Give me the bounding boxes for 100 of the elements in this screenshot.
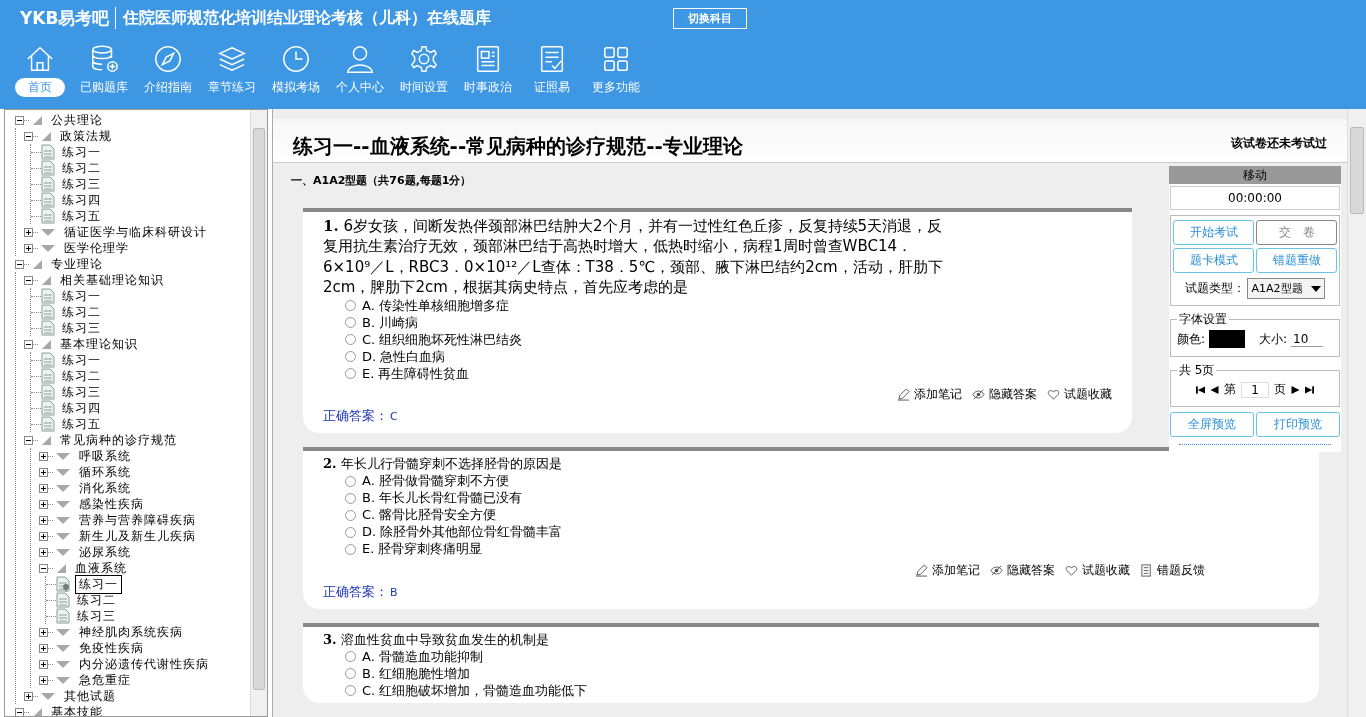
- action-link[interactable]: 添加笔记: [915, 561, 980, 579]
- panel-button[interactable]: 打印预览: [1256, 412, 1340, 437]
- action-link[interactable]: 试题收藏: [1047, 386, 1112, 403]
- collapse-toggle[interactable]: [24, 339, 33, 349]
- scrollbar[interactable]: [1347, 109, 1366, 717]
- action-link[interactable]: 添加笔记: [897, 386, 962, 403]
- radio-button[interactable]: [345, 475, 356, 487]
- tree-item[interactable]: 练习三: [60, 383, 103, 401]
- radio-button[interactable]: [345, 685, 356, 697]
- panel-button[interactable]: 错题重做: [1256, 248, 1337, 273]
- tree-item[interactable]: 练习一: [60, 287, 103, 305]
- tree-item[interactable]: 练习一: [60, 351, 103, 369]
- expand-toggle[interactable]: [39, 451, 48, 461]
- radio-button[interactable]: [345, 300, 356, 311]
- tree-item[interactable]: 练习一: [75, 574, 122, 594]
- tree-item[interactable]: 练习二: [60, 159, 103, 177]
- last-page-icon[interactable]: [1305, 385, 1314, 394]
- caret-icon: [55, 498, 71, 510]
- panel-button[interactable]: 题卡模式: [1173, 248, 1254, 273]
- tree-folder[interactable]: 新生儿及新生儿疾病: [77, 527, 198, 545]
- action-link[interactable]: 隐藏答案: [972, 386, 1037, 403]
- next-page-icon[interactable]: [1291, 385, 1300, 394]
- tree-folder[interactable]: 常见病种的诊疗规范: [58, 431, 179, 449]
- tree-folder[interactable]: 内分泌遗传代谢性疾病: [77, 655, 211, 673]
- tree-folder[interactable]: 感染性疾病: [77, 495, 146, 513]
- tree-item[interactable]: 练习三: [60, 319, 103, 337]
- radio-button[interactable]: [345, 492, 356, 504]
- expand-toggle[interactable]: [39, 675, 48, 685]
- expand-toggle[interactable]: [39, 547, 48, 557]
- radio-button[interactable]: [345, 351, 356, 362]
- collapse-toggle[interactable]: [15, 115, 24, 125]
- expand-toggle[interactable]: [39, 531, 48, 541]
- scrollbar[interactable]: [250, 110, 267, 716]
- radio-button[interactable]: [345, 317, 356, 328]
- radio-button[interactable]: [345, 668, 356, 680]
- tree-item[interactable]: 练习四: [60, 191, 103, 209]
- expand-toggle[interactable]: [39, 483, 48, 493]
- tree-folder[interactable]: 泌尿系统: [77, 543, 133, 561]
- expand-toggle[interactable]: [39, 499, 48, 509]
- tree-folder[interactable]: 相关基础理论知识: [58, 271, 166, 289]
- panel-button[interactable]: 开始考试: [1173, 220, 1254, 245]
- type-select[interactable]: A1A2型题: [1247, 278, 1325, 299]
- first-page-icon[interactable]: [1196, 385, 1205, 394]
- heart-icon: [1047, 388, 1060, 401]
- tree-folder[interactable]: 急危重症: [77, 671, 133, 689]
- tree-folder[interactable]: 专业理论: [49, 255, 105, 273]
- expand-toggle[interactable]: [39, 643, 48, 653]
- tree-item[interactable]: 练习四: [60, 399, 103, 417]
- option-text: A. 骨髓造血功能抑制: [362, 647, 483, 666]
- tree-folder[interactable]: 免疫性疾病: [77, 639, 146, 657]
- panel-header[interactable]: 移动: [1169, 166, 1341, 184]
- collapse-toggle[interactable]: [24, 275, 33, 285]
- radio-button[interactable]: [345, 334, 356, 345]
- radio-button[interactable]: [345, 509, 356, 521]
- radio-button[interactable]: [345, 526, 356, 538]
- expand-toggle[interactable]: [39, 659, 48, 669]
- question-text: 3. 溶血性贫血中导致贫血发生的机制是: [323, 630, 550, 649]
- expand-toggle[interactable]: [24, 243, 33, 253]
- expand-toggle[interactable]: [39, 467, 48, 477]
- collapse-toggle[interactable]: [15, 259, 24, 269]
- tree-item[interactable]: 练习一: [60, 143, 103, 161]
- collapse-toggle[interactable]: [15, 707, 24, 716]
- tree-folder[interactable]: 循证医学与临床科研设计: [62, 223, 209, 241]
- tree-folder[interactable]: 营养与营养障碍疾病: [77, 511, 198, 529]
- expand-toggle[interactable]: [39, 627, 48, 637]
- radio-button[interactable]: [345, 651, 356, 663]
- tree-folder[interactable]: 基本理论知识: [58, 335, 140, 353]
- tree-folder[interactable]: 循环系统: [77, 463, 133, 481]
- collapse-toggle[interactable]: [39, 563, 48, 573]
- page-field[interactable]: 1: [1241, 381, 1269, 398]
- tree-item[interactable]: 练习三: [60, 175, 103, 193]
- expand-toggle[interactable]: [24, 691, 33, 701]
- radio-button[interactable]: [345, 368, 356, 379]
- tree-item[interactable]: 练习五: [60, 207, 103, 225]
- tree-item[interactable]: 练习二: [75, 591, 118, 609]
- tree-item[interactable]: 练习三: [75, 607, 118, 625]
- tree-folder[interactable]: 医学伦理学: [62, 239, 131, 257]
- tree-folder[interactable]: 呼吸系统: [77, 447, 133, 465]
- tree-item[interactable]: 练习二: [60, 367, 103, 385]
- action-link[interactable]: 错题反馈: [1140, 561, 1205, 579]
- tree-folder[interactable]: 公共理论: [49, 111, 105, 129]
- expand-toggle[interactable]: [39, 515, 48, 525]
- radio-button[interactable]: [345, 543, 356, 555]
- tree-folder[interactable]: 神经肌肉系统疾病: [77, 623, 185, 641]
- color-swatch[interactable]: [1209, 330, 1246, 348]
- collapse-toggle[interactable]: [24, 435, 33, 445]
- tree-item[interactable]: 练习二: [60, 303, 103, 321]
- collapse-toggle[interactable]: [24, 131, 33, 141]
- action-link[interactable]: 隐藏答案: [990, 561, 1055, 579]
- tree-folder[interactable]: 血液系统: [73, 559, 129, 577]
- previous-page-icon[interactable]: [1210, 385, 1219, 394]
- tree-item[interactable]: 练习五: [60, 415, 103, 433]
- expand-toggle[interactable]: [24, 227, 33, 237]
- tree-folder[interactable]: 其他试题: [62, 687, 118, 705]
- grid-icon: [601, 44, 631, 74]
- tree-folder[interactable]: 消化系统: [77, 479, 133, 497]
- tree-folder[interactable]: 政策法规: [58, 127, 114, 145]
- panel-button[interactable]: 全屏预览: [1170, 412, 1254, 437]
- size-field[interactable]: 10: [1291, 331, 1324, 347]
- action-link[interactable]: 试题收藏: [1065, 561, 1130, 579]
